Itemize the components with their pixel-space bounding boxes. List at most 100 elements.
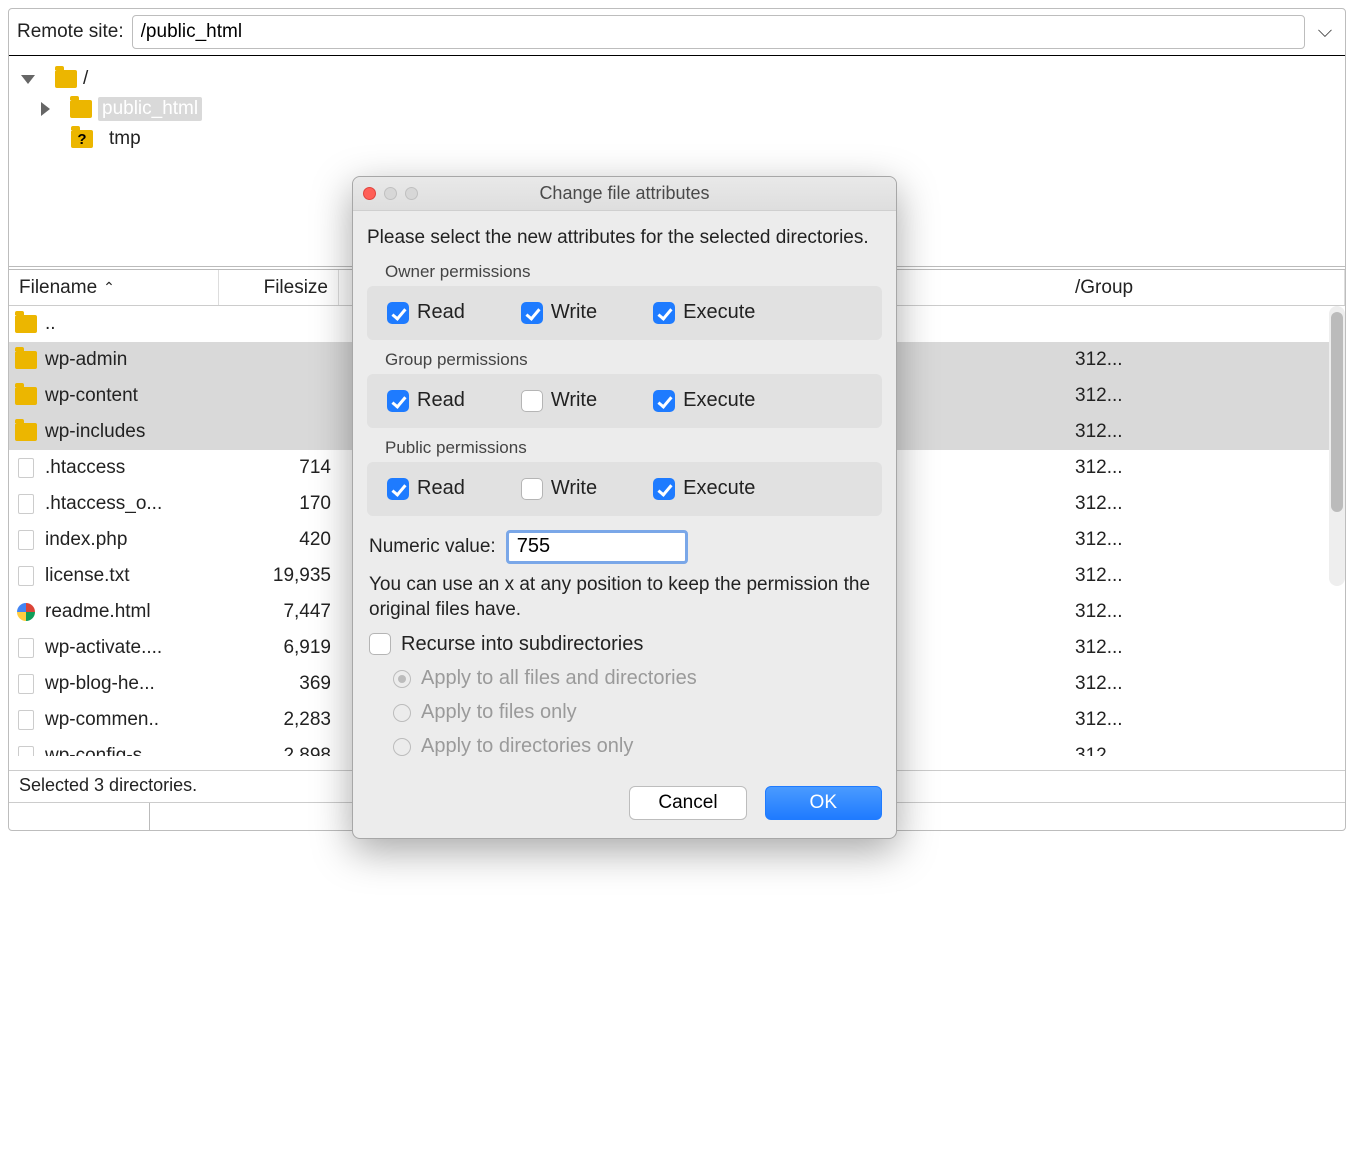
- group-write-checkbox[interactable]: Write: [521, 389, 597, 412]
- sort-asc-icon: ⌃: [103, 279, 115, 296]
- folder-icon: [15, 423, 37, 441]
- tree-item-public-html[interactable]: public_html: [41, 94, 1333, 124]
- close-window-button[interactable]: [363, 187, 376, 200]
- filename-cell: readme.html: [37, 601, 219, 623]
- public-execute-checkbox[interactable]: Execute: [653, 477, 755, 500]
- cancel-button[interactable]: Cancel: [629, 786, 746, 820]
- filename-cell: license.txt: [37, 565, 219, 587]
- recurse-checkbox-row[interactable]: Recurse into subdirectories: [369, 633, 882, 656]
- chevron-down-icon[interactable]: [21, 75, 35, 84]
- checkbox-label: Write: [551, 477, 597, 500]
- checkbox-icon: [521, 478, 543, 500]
- zoom-window-button[interactable]: [405, 187, 418, 200]
- owner-permissions-row: Read Write Execute: [367, 286, 882, 340]
- group-read-checkbox[interactable]: Read: [387, 389, 465, 412]
- folder-icon: [15, 387, 37, 405]
- file-icon: [18, 674, 34, 694]
- html-icon: [17, 603, 35, 621]
- scrollbar-thumb[interactable]: [1331, 312, 1343, 512]
- public-write-checkbox[interactable]: Write: [521, 477, 597, 500]
- remote-site-bar: Remote site: ⌵: [9, 9, 1345, 56]
- checkbox-label: Read: [417, 301, 465, 324]
- numeric-value-input[interactable]: [506, 530, 688, 564]
- filename-cell: wp-includes: [37, 421, 219, 443]
- public-read-checkbox[interactable]: Read: [387, 477, 465, 500]
- radio-icon: [393, 670, 411, 688]
- change-attributes-dialog: Change file attributes Please select the…: [352, 176, 897, 839]
- file-icon: [18, 566, 34, 586]
- checkbox-label: Execute: [683, 301, 755, 324]
- ok-button[interactable]: OK: [765, 786, 882, 820]
- group-permissions-label: Group permissions: [385, 350, 882, 370]
- file-icon: [18, 530, 34, 550]
- ownergroup-cell: 312...: [1065, 457, 1345, 479]
- filename-cell: wp-admin: [37, 349, 219, 371]
- owner-execute-checkbox[interactable]: Execute: [653, 301, 755, 324]
- chevron-right-icon[interactable]: [41, 102, 50, 116]
- filename-cell: ..: [37, 313, 219, 335]
- owner-write-checkbox[interactable]: Write: [521, 301, 597, 324]
- tree-root[interactable]: /: [21, 64, 1333, 94]
- radio-apply-all: Apply to all files and directories: [393, 662, 882, 696]
- radio-apply-files: Apply to files only: [393, 696, 882, 730]
- ownergroup-cell: 312...: [1065, 637, 1345, 659]
- owner-permissions-label: Owner permissions: [385, 262, 882, 282]
- header-filesize[interactable]: Filesize: [219, 270, 339, 305]
- radio-icon: [393, 704, 411, 722]
- recurse-label: Recurse into subdirectories: [401, 633, 643, 656]
- group-execute-checkbox[interactable]: Execute: [653, 389, 755, 412]
- filename-cell: wp-activate....: [37, 637, 219, 659]
- window-controls: [363, 187, 418, 200]
- radio-icon: [393, 738, 411, 756]
- dialog-titlebar[interactable]: Change file attributes: [353, 177, 896, 211]
- ownergroup-cell: 312: [1065, 745, 1345, 756]
- filesize-cell: 2,283: [219, 709, 339, 731]
- tree-label: /: [83, 68, 88, 90]
- ownergroup-cell: 312...: [1065, 349, 1345, 371]
- filesize-cell: 7,447: [219, 601, 339, 623]
- ownergroup-cell: 312...: [1065, 601, 1345, 623]
- checkbox-label: Read: [417, 389, 465, 412]
- checkbox-label: Write: [551, 301, 597, 324]
- folder-icon: [15, 315, 37, 333]
- filesize-cell: 420: [219, 529, 339, 551]
- ownergroup-cell: 312...: [1065, 565, 1345, 587]
- dialog-title: Change file attributes: [353, 183, 896, 204]
- folder-unknown-icon: ?: [71, 130, 93, 148]
- header-filename[interactable]: Filename ⌃: [9, 270, 219, 305]
- tree-label: public_html: [98, 97, 202, 121]
- file-icon: [18, 746, 34, 756]
- checkbox-icon: [387, 390, 409, 412]
- recurse-checkbox[interactable]: [369, 633, 391, 655]
- vertical-scrollbar[interactable]: [1329, 306, 1345, 586]
- folder-icon: [15, 351, 37, 369]
- ownergroup-cell: 312...: [1065, 529, 1345, 551]
- owner-read-checkbox[interactable]: Read: [387, 301, 465, 324]
- minimize-window-button[interactable]: [384, 187, 397, 200]
- checkbox-icon: [653, 302, 675, 324]
- checkbox-icon: [387, 478, 409, 500]
- header-ownergroup[interactable]: /Group: [1065, 270, 1345, 305]
- ownergroup-cell: 312...: [1065, 709, 1345, 731]
- ownergroup-cell: 312...: [1065, 493, 1345, 515]
- dialog-message: Please select the new attributes for the…: [367, 225, 882, 252]
- ownergroup-cell: 312...: [1065, 421, 1345, 443]
- public-permissions-row: Read Write Execute: [367, 462, 882, 516]
- checkbox-label: Write: [551, 389, 597, 412]
- file-icon: [18, 458, 34, 478]
- tree-label: tmp: [109, 128, 141, 150]
- file-icon: [18, 494, 34, 514]
- filename-cell: .htaccess: [37, 457, 219, 479]
- radio-apply-dirs: Apply to directories only: [393, 730, 882, 764]
- checkbox-icon: [521, 390, 543, 412]
- filename-cell: wp-commen..: [37, 709, 219, 731]
- tree-item-tmp[interactable]: ? tmp: [71, 124, 1333, 154]
- filesize-cell: 369: [219, 673, 339, 695]
- checkbox-icon: [387, 302, 409, 324]
- remote-path-dropdown[interactable]: ⌵: [1313, 21, 1337, 43]
- filename-cell: .htaccess_o...: [37, 493, 219, 515]
- checkbox-icon: [653, 390, 675, 412]
- remote-path-input[interactable]: [132, 15, 1305, 49]
- checkbox-label: Execute: [683, 477, 755, 500]
- filename-cell: index.php: [37, 529, 219, 551]
